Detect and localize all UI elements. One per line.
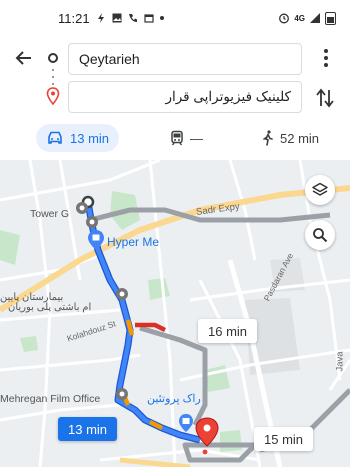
tab-drive[interactable]: 13 min (36, 124, 120, 152)
travel-mode-tabs: 13 min — 52 min (0, 122, 350, 156)
destination-field[interactable]: کلینیک فیزیوتراپی قرار (68, 81, 302, 113)
arrow-left-icon (15, 51, 31, 65)
transit-time: — (190, 130, 203, 146)
signal-icon (310, 13, 320, 23)
route-callout-main[interactable]: 13 min (58, 417, 118, 441)
directions-header: Qeytarieh کلینیک فیزیوتراپی قرار (0, 36, 350, 122)
swap-directions-button[interactable] (314, 86, 336, 110)
destination-pin-icon (46, 87, 60, 105)
layers-button[interactable] (305, 175, 335, 205)
search-icon (313, 228, 328, 243)
car-icon (48, 131, 62, 144)
call-icon (128, 14, 137, 22)
place-label-mehregan[interactable]: Mehregan Film Office (0, 393, 100, 405)
route-dots-icon (52, 69, 54, 85)
park-area (0, 230, 20, 265)
map-canvas (0, 160, 350, 467)
minor-roads (0, 160, 350, 467)
park-area (20, 336, 38, 352)
walk-time: 52 min (280, 130, 320, 146)
traffic-orange-segment (148, 419, 164, 431)
status-time: 11:21 (58, 10, 90, 26)
destination-base (201, 448, 209, 456)
origin-field[interactable]: Qeytarieh (68, 43, 302, 75)
more-options-button[interactable] (316, 46, 336, 70)
lightning-icon (97, 13, 104, 23)
origin-dot-icon (48, 53, 58, 63)
highway-2 (119, 457, 191, 467)
alarm-icon (279, 13, 290, 24)
walk-icon (263, 130, 273, 146)
back-button[interactable] (10, 44, 38, 72)
route-callout-alt-1[interactable]: 16 min (198, 319, 258, 343)
park-area (220, 430, 242, 452)
route-callout-alt-2[interactable]: 15 min (254, 427, 314, 451)
layers-icon (312, 182, 328, 196)
drive-time: 13 min (70, 130, 110, 146)
network-type: 4G (294, 13, 305, 23)
place-label-persian-3[interactable]: راک پروتئین (147, 392, 201, 405)
image-icon (112, 13, 122, 23)
map-view[interactable]: Tower G Hyper Me بیمارستان پایین ام باشت… (0, 160, 350, 467)
park-area (148, 278, 170, 300)
train-icon (171, 130, 183, 146)
tab-transit[interactable]: — (160, 124, 213, 152)
tab-walk[interactable]: 52 min (252, 124, 329, 152)
place-label-hyper[interactable]: Hyper Me (107, 235, 159, 249)
place-label-tower[interactable]: Tower G (30, 208, 69, 220)
battery-icon (325, 11, 336, 25)
road-label-java: Java (334, 351, 346, 372)
status-bar: 11:21 4G (0, 0, 350, 36)
search-along-route-button[interactable] (305, 220, 335, 250)
place-label-persian-2[interactable]: ام باشتی پلی بوریان (8, 302, 91, 313)
notification-dot-icon (159, 16, 164, 20)
calendar-icon (143, 14, 154, 23)
